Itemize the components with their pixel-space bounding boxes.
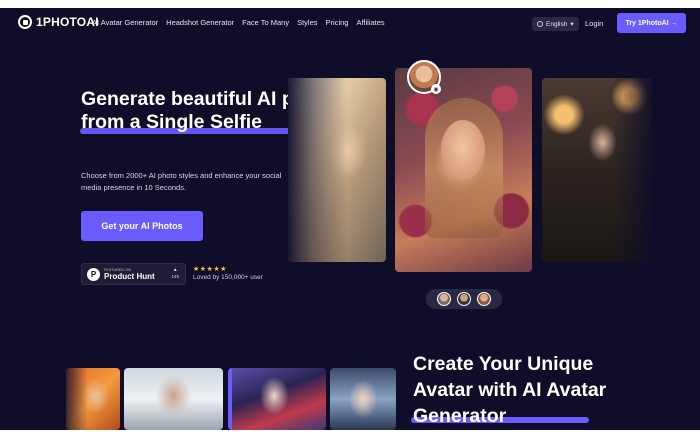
vote-count: 145 (171, 274, 179, 279)
try-button[interactable]: Try 1PhotoAI → (617, 13, 686, 33)
page: 1PHOTOAI AI Avatar Generator Headshot Ge… (0, 8, 700, 430)
product-hunt-text: FEATURED ON Product Hunt (104, 268, 155, 281)
section2-headline: Create Your Unique Avatar with AI Avatar… (413, 351, 673, 429)
hero-subtext: Choose from 2000+ AI photo styles and en… (81, 171, 282, 192)
product-hunt-votes: ▲ 145 (171, 267, 179, 279)
language-select[interactable]: English ▾ (532, 17, 579, 31)
nav-link-styles[interactable]: Styles (297, 18, 317, 27)
selfie-avatar: ◉ (407, 60, 441, 94)
nav-link-affiliates[interactable]: Affiliates (356, 18, 384, 27)
section2-headline-line2: Avatar with AI Avatar (413, 379, 607, 401)
sample-photo-flowers (395, 68, 532, 272)
sample-photo-cafe (542, 78, 652, 262)
section2-headline-line3: Generator (413, 405, 507, 427)
logo-icon (18, 15, 32, 29)
camera-icon: ◉ (431, 84, 441, 94)
chevron-down-icon: ▾ (570, 21, 574, 28)
star-rating-icon: ★★★★★ (193, 266, 227, 273)
nav-link-pricing[interactable]: Pricing (326, 18, 349, 27)
nav-link-ai-avatar-generator[interactable]: AI Avatar Generator (92, 18, 158, 27)
avatar-card (228, 368, 326, 430)
logo-text: 1PHOTOAI (36, 15, 99, 29)
face-thumbnails (426, 289, 502, 309)
nav-links: AI Avatar Generator Headshot Generator F… (92, 18, 385, 27)
avatar-card (124, 368, 223, 430)
nav-link-face-to-many[interactable]: Face To Many (242, 18, 289, 27)
nav-link-headshot-generator[interactable]: Headshot Generator (166, 18, 234, 27)
top-nav: 1PHOTOAI AI Avatar Generator Headshot Ge… (0, 8, 700, 38)
section2-headline-line1: Create Your Unique (413, 353, 594, 375)
login-link[interactable]: Login (585, 19, 603, 28)
avatar-card (330, 368, 396, 430)
avatar-card (66, 368, 120, 430)
face-thumbnail[interactable] (457, 292, 471, 306)
rating: ★★★★★ Loved by 150,000+ user (193, 265, 263, 281)
product-hunt-icon: P (87, 267, 100, 281)
rating-text: Loved by 150,000+ user (193, 274, 263, 281)
product-hunt-badge[interactable]: P FEATURED ON Product Hunt ▲ 145 (81, 263, 186, 285)
upvote-icon: ▲ (172, 267, 178, 273)
product-hunt-label: Product Hunt (104, 271, 155, 281)
face-thumbnail[interactable] (437, 292, 451, 306)
sample-photo-blonde (288, 78, 386, 262)
face-thumbnail[interactable] (477, 292, 491, 306)
language-label: English (546, 20, 568, 28)
logo[interactable]: 1PHOTOAI (18, 15, 99, 29)
globe-icon (537, 21, 543, 27)
get-ai-photos-button[interactable]: Get your AI Photos (81, 211, 203, 241)
